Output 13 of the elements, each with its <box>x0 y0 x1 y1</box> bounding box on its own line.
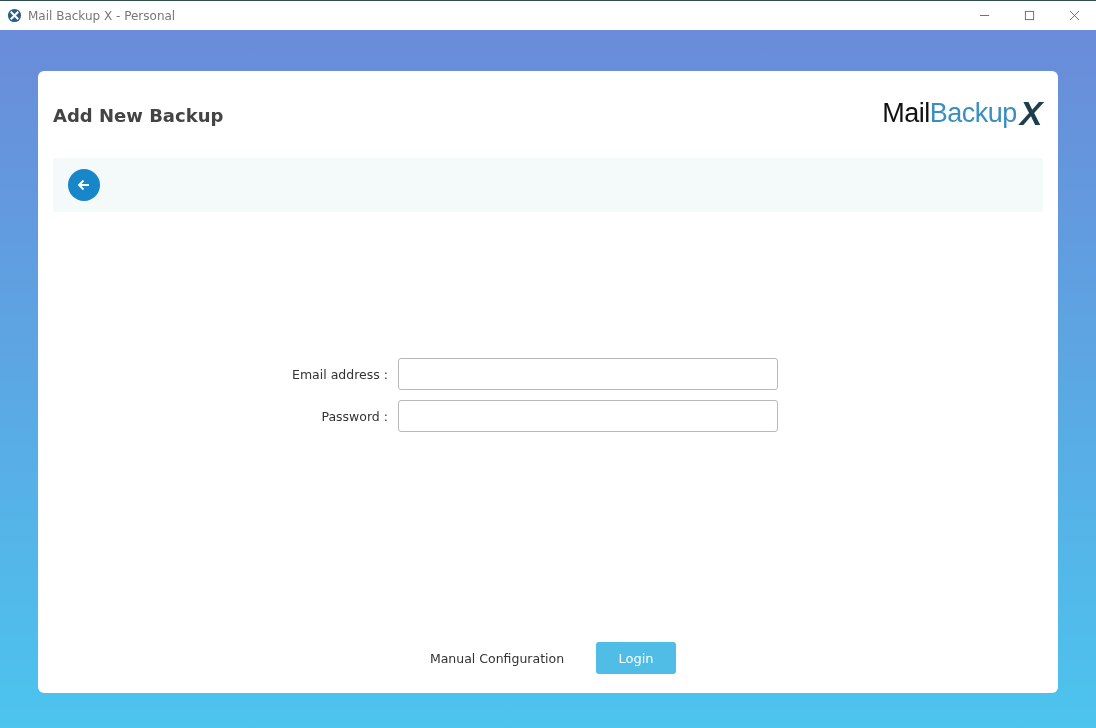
maximize-icon[interactable] <box>1024 10 1035 21</box>
field-label: Password : <box>320 408 388 424</box>
field-label: Email address : <box>291 366 388 382</box>
back-arrow-icon <box>76 177 92 193</box>
password-field[interactable] <box>398 400 778 432</box>
brand-logo: MailBackupX <box>882 94 1042 133</box>
page-title: Add New Backup <box>53 104 224 126</box>
email-field[interactable] <box>398 358 778 390</box>
app-logo-icon <box>7 8 22 23</box>
window-title: Mail Backup X - Personal <box>28 8 176 23</box>
manual-configuration-link[interactable]: Manual Configuration <box>429 650 565 666</box>
close-icon[interactable] <box>1069 10 1080 21</box>
back-button[interactable] <box>68 169 100 201</box>
